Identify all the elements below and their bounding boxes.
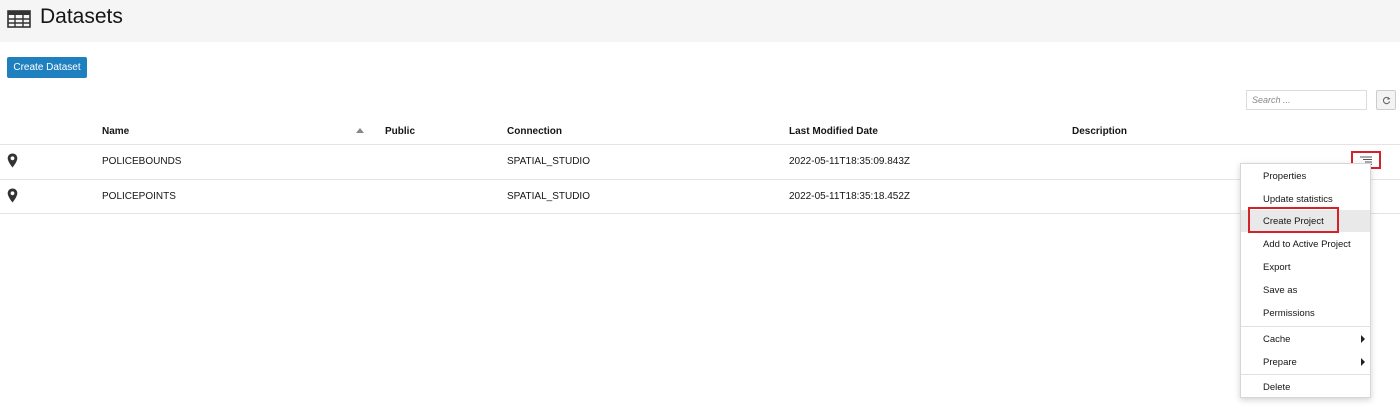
menu-item-add-to-active-project[interactable]: Add to Active Project: [1241, 233, 1370, 255]
sort-ascending-icon[interactable]: [356, 128, 364, 133]
menu-item-prepare[interactable]: Prepare: [1241, 351, 1370, 373]
table-grid-icon: [7, 10, 31, 28]
dataset-name: POLICEBOUNDS: [102, 156, 182, 167]
dataset-connection: SPATIAL_STUDIO: [507, 191, 590, 202]
create-dataset-button[interactable]: Create Dataset: [7, 57, 87, 78]
menu-item-label: Prepare: [1263, 356, 1297, 368]
dataset-modified-date: 2022-05-11T18:35:09.843Z: [789, 156, 911, 167]
row-divider: [0, 213, 1400, 214]
menu-separator: [1241, 374, 1370, 375]
menu-item-delete[interactable]: Delete: [1241, 376, 1370, 398]
menu-item-save-as[interactable]: Save as: [1241, 279, 1370, 301]
menu-item-export[interactable]: Export: [1241, 256, 1370, 278]
refresh-button[interactable]: [1376, 90, 1396, 110]
map-pin-icon: [7, 153, 18, 168]
dataset-modified-date: 2022-05-11T18:35:18.452Z: [789, 191, 911, 202]
column-header-description[interactable]: Description: [1072, 126, 1127, 137]
page-header: Datasets: [0, 0, 1400, 42]
row-context-menu: Properties Update statistics Create Proj…: [1240, 163, 1371, 398]
menu-item-properties[interactable]: Properties: [1241, 165, 1370, 187]
menu-item-permissions[interactable]: Permissions: [1241, 302, 1370, 324]
search-input[interactable]: [1246, 90, 1367, 110]
table-row[interactable]: POLICEPOINTS SPATIAL_STUDIO 2022-05-11T1…: [0, 180, 1400, 214]
column-header-last-modified[interactable]: Last Modified Date: [789, 126, 878, 137]
menu-separator: [1241, 326, 1370, 327]
refresh-icon: [1382, 96, 1391, 104]
menu-item-update-statistics[interactable]: Update statistics: [1241, 188, 1370, 210]
menu-item-label: Cache: [1263, 333, 1291, 345]
submenu-arrow-icon: [1361, 335, 1365, 343]
table-row[interactable]: POLICEBOUNDS SPATIAL_STUDIO 2022-05-11T1…: [0, 145, 1400, 179]
submenu-arrow-icon: [1361, 358, 1365, 366]
dataset-connection: SPATIAL_STUDIO: [507, 156, 590, 167]
map-pin-icon: [7, 188, 18, 203]
column-header-public[interactable]: Public: [385, 126, 415, 137]
dataset-name: POLICEPOINTS: [102, 191, 176, 202]
column-header-connection[interactable]: Connection: [507, 126, 562, 137]
column-header-name[interactable]: Name: [102, 126, 129, 137]
menu-item-create-project[interactable]: Create Project: [1241, 210, 1370, 232]
menu-item-cache[interactable]: Cache: [1241, 328, 1370, 350]
page-title: Datasets: [40, 5, 123, 28]
